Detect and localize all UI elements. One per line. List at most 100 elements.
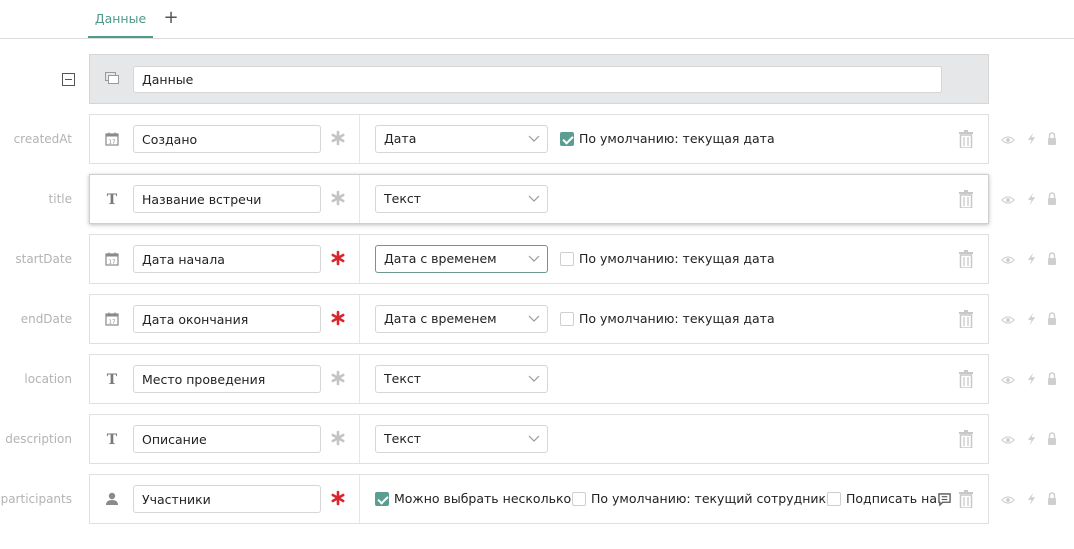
field-row: T Текст [89, 174, 989, 224]
field-type-value: Текст [384, 371, 422, 386]
required-asterisk-icon[interactable] [330, 310, 346, 326]
field-key-label: endDate [20, 312, 72, 326]
text-type-icon: T [107, 192, 118, 208]
automation-bolt-icon[interactable] [1027, 252, 1036, 266]
svg-text:17: 17 [109, 140, 116, 146]
field-name-input[interactable] [133, 485, 321, 513]
automation-bolt-icon[interactable] [1027, 432, 1036, 446]
visibility-eye-icon[interactable] [1001, 194, 1015, 206]
field-type-select[interactable]: Текст [375, 185, 548, 213]
field-row: T Текст [89, 354, 989, 404]
collapse-group-icon[interactable] [62, 73, 75, 86]
optional-asterisk-icon[interactable] [330, 130, 346, 146]
lock-icon[interactable] [1047, 192, 1057, 205]
optional-asterisk-icon[interactable] [330, 430, 346, 446]
optional-asterisk-icon[interactable] [330, 190, 346, 206]
chevron-down-icon [528, 375, 540, 382]
field-key-label: title [48, 192, 72, 206]
tab-data[interactable]: Данные [88, 0, 153, 38]
calendar-icon: 17 [105, 132, 119, 146]
svg-text:T: T [107, 372, 118, 388]
visibility-eye-icon[interactable] [1001, 434, 1015, 446]
field-type-value: Текст [384, 431, 422, 446]
delete-trash-icon[interactable] [959, 310, 973, 328]
checkbox[interactable] [572, 492, 586, 506]
column-divider [359, 175, 360, 223]
delete-trash-icon[interactable] [959, 430, 973, 448]
field-name-input[interactable] [133, 305, 321, 333]
field-row: 17 Дата По умолчанию: текущая дата [89, 114, 989, 164]
required-asterisk-icon[interactable] [330, 490, 346, 506]
delete-trash-icon[interactable] [959, 190, 973, 208]
chevron-down-icon [528, 435, 540, 442]
row-tools [1001, 312, 1061, 328]
visibility-eye-icon[interactable] [1001, 314, 1015, 326]
lock-icon[interactable] [1047, 312, 1057, 325]
delete-trash-icon[interactable] [959, 490, 973, 508]
automation-bolt-icon[interactable] [1027, 312, 1036, 326]
row-tools [1001, 372, 1061, 388]
automation-bolt-icon[interactable] [1027, 192, 1036, 206]
row-tools [1001, 132, 1061, 148]
checkbox[interactable] [560, 252, 574, 266]
required-asterisk-icon[interactable] [330, 250, 346, 266]
chevron-down-icon [528, 255, 540, 262]
column-divider [359, 115, 360, 163]
column-divider [359, 355, 360, 403]
field-name-input[interactable] [133, 125, 321, 153]
group-icon [105, 72, 119, 84]
column-divider [359, 235, 360, 283]
tab-bar: Данные + [0, 0, 1074, 39]
field-type-select[interactable]: Текст [375, 365, 548, 393]
text-type-icon: T [107, 372, 118, 388]
field-type-select[interactable]: Дата [375, 125, 548, 153]
visibility-eye-icon[interactable] [1001, 494, 1015, 506]
column-divider [359, 295, 360, 343]
field-type-value: Дата с временем [384, 251, 497, 266]
field-row: T Текст [89, 414, 989, 464]
field-type-select[interactable]: Текст [375, 425, 548, 453]
checkbox-label: По умолчанию: текущая дата [579, 131, 775, 146]
automation-bolt-icon[interactable] [1027, 492, 1036, 506]
lock-icon[interactable] [1047, 492, 1057, 505]
chevron-down-icon [528, 135, 540, 142]
checkbox[interactable] [827, 492, 841, 506]
field-name-input[interactable] [133, 185, 321, 213]
field-name-input[interactable] [133, 365, 321, 393]
text-type-icon: T [107, 432, 118, 448]
field-type-select[interactable]: Дата с временем [375, 245, 548, 273]
automation-bolt-icon[interactable] [1027, 372, 1036, 386]
checkbox-label: Подписать на [846, 491, 937, 506]
field-name-input[interactable] [133, 425, 321, 453]
delete-trash-icon[interactable] [959, 370, 973, 388]
checkbox-label: Можно выбрать несколько [394, 491, 572, 506]
visibility-eye-icon[interactable] [1001, 374, 1015, 386]
field-type-select[interactable]: Дата с временем [375, 305, 548, 333]
checkbox[interactable] [375, 492, 389, 506]
delete-trash-icon[interactable] [959, 250, 973, 268]
visibility-eye-icon[interactable] [1001, 254, 1015, 266]
lock-icon[interactable] [1047, 132, 1057, 145]
lock-icon[interactable] [1047, 252, 1057, 265]
checkbox[interactable] [560, 132, 574, 146]
field-key-label: description [5, 432, 72, 446]
checkbox-label: По умолчанию: текущий сотрудник [591, 491, 827, 506]
svg-text:T: T [107, 432, 118, 448]
optional-asterisk-icon[interactable] [330, 370, 346, 386]
field-type-value: Дата [384, 131, 417, 146]
field-name-input[interactable] [133, 245, 321, 273]
automation-bolt-icon[interactable] [1027, 132, 1036, 146]
group-title-input[interactable] [133, 66, 942, 93]
visibility-eye-icon[interactable] [1001, 134, 1015, 146]
lock-icon[interactable] [1047, 432, 1057, 445]
add-tab-button[interactable]: + [162, 9, 180, 27]
svg-text:17: 17 [109, 320, 116, 326]
group-header [89, 54, 989, 104]
checkbox[interactable] [560, 312, 574, 326]
field-row: 17 Дата с временем По умолчанию: текущая д… [89, 294, 989, 344]
chevron-down-icon [528, 315, 540, 322]
delete-trash-icon[interactable] [959, 130, 973, 148]
column-divider [359, 475, 360, 523]
lock-icon[interactable] [1047, 372, 1057, 385]
comment-icon[interactable] [938, 493, 951, 506]
